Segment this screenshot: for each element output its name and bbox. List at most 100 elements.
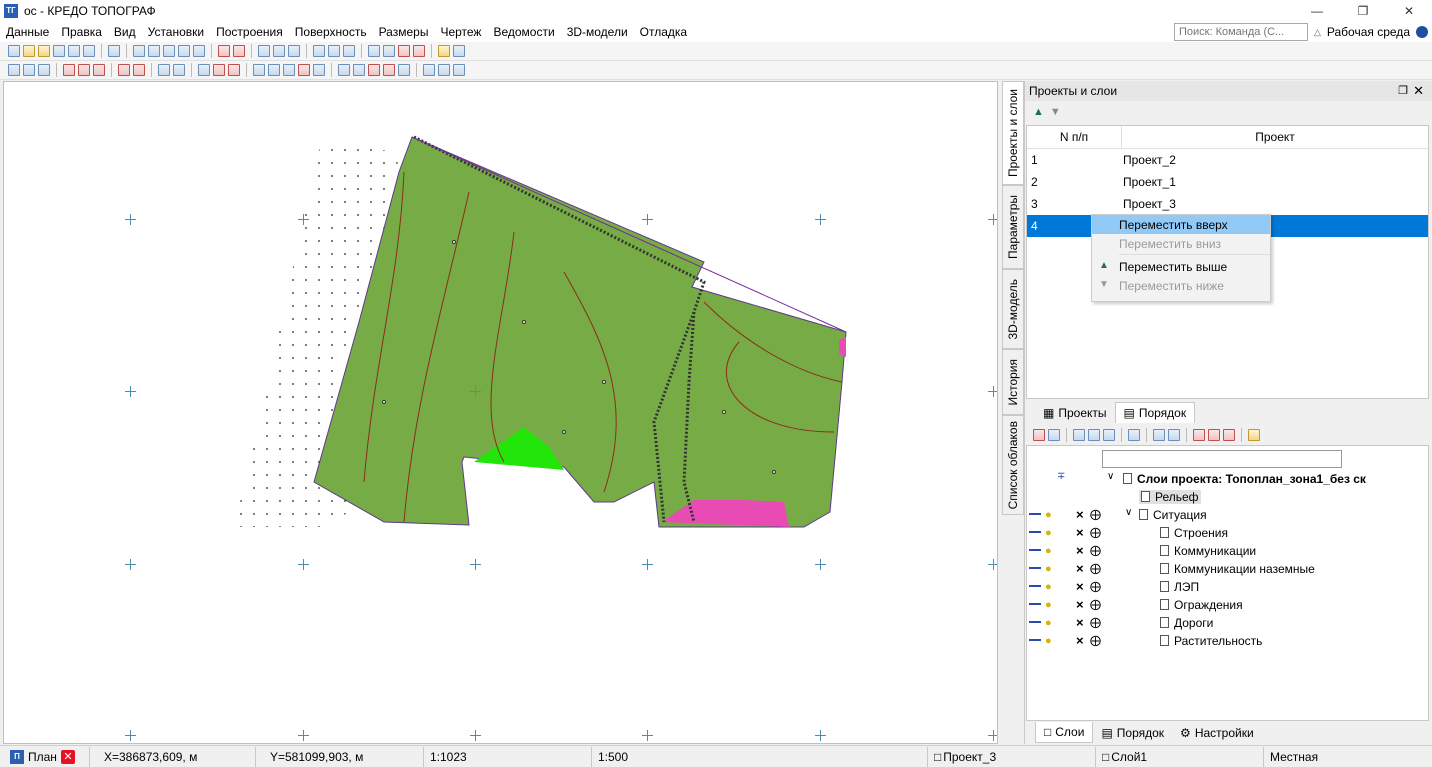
- fit-icon[interactable]: [298, 64, 310, 76]
- close-plan-icon[interactable]: ✕: [60, 749, 75, 764]
- new-file-icon[interactable]: [8, 45, 20, 57]
- bulb-icon[interactable]: ●: [1045, 599, 1052, 611]
- cross-icon[interactable]: ×: [1076, 579, 1084, 594]
- raise-icon[interactable]: [283, 64, 295, 76]
- polyline-tool-icon[interactable]: [23, 64, 35, 76]
- link-icon[interactable]: [1029, 549, 1041, 551]
- rotate-icon[interactable]: [338, 64, 350, 76]
- split-icon[interactable]: [313, 64, 325, 76]
- chevron-down-icon[interactable]: ∨: [1107, 471, 1114, 482]
- contour-icon[interactable]: [198, 64, 210, 76]
- select-icon[interactable]: [258, 45, 270, 57]
- bulb-icon[interactable]: ●: [1045, 527, 1052, 539]
- layer-new-icon[interactable]: [1048, 429, 1060, 441]
- height-icon[interactable]: [118, 64, 130, 76]
- menu-constructions[interactable]: Построения: [210, 22, 289, 42]
- point-icon[interactable]: [313, 45, 325, 57]
- layer-move-icon[interactable]: [1103, 429, 1115, 441]
- measure-tool-icon[interactable]: [38, 64, 50, 76]
- tab-3d-model[interactable]: 3D-модель: [1002, 269, 1024, 349]
- slope-icon[interactable]: [398, 45, 410, 57]
- cross-icon[interactable]: ×: [1076, 597, 1084, 612]
- active-project[interactable]: □ Проект_3: [928, 746, 1096, 767]
- restore-button[interactable]: ❐: [1340, 0, 1386, 22]
- cross-icon[interactable]: ×: [1076, 525, 1084, 540]
- link-icon[interactable]: [1029, 603, 1041, 605]
- grid-2-icon[interactable]: [453, 45, 465, 57]
- layer-filter-input[interactable]: [1102, 450, 1342, 468]
- export-2-icon[interactable]: [438, 64, 450, 76]
- zoom-in-icon[interactable]: [163, 45, 175, 57]
- arrow-down-icon[interactable]: ▼: [1050, 106, 1061, 118]
- add-icon[interactable]: [253, 64, 265, 76]
- menu-drawing[interactable]: Чертеж: [434, 22, 487, 42]
- print-icon[interactable]: [453, 64, 465, 76]
- menu-item-move-lower[interactable]: ▼ Переместить ниже: [1092, 276, 1270, 295]
- delete-object-icon[interactable]: [218, 45, 230, 57]
- grid-icon[interactable]: [438, 45, 450, 57]
- menu-data[interactable]: Данные: [0, 22, 55, 42]
- import-icon[interactable]: [38, 45, 50, 57]
- add-2-icon[interactable]: [268, 64, 280, 76]
- column-project[interactable]: Проект: [1121, 126, 1428, 148]
- snap-target-icon[interactable]: ⨁: [1090, 508, 1101, 521]
- cut-icon[interactable]: [233, 45, 245, 57]
- tree-item[interactable]: ● × ⨁ Ограждения: [1027, 597, 1427, 615]
- contour-delete-icon[interactable]: [228, 64, 240, 76]
- menu-edit[interactable]: Правка: [55, 22, 108, 42]
- tab-order[interactable]: ▤ Порядок: [1114, 402, 1196, 423]
- menu-view[interactable]: Вид: [108, 22, 142, 42]
- close-panel-icon[interactable]: ✕: [1413, 83, 1424, 99]
- table-icon[interactable]: [158, 64, 170, 76]
- brush-icon[interactable]: [1153, 429, 1165, 441]
- snap-target-icon[interactable]: ⨁: [1090, 562, 1101, 575]
- menu-debug[interactable]: Отладка: [634, 22, 693, 42]
- line-tool-icon[interactable]: [8, 64, 20, 76]
- delete-point-icon[interactable]: [93, 64, 105, 76]
- table-row[interactable]: 1 Проект_2: [1027, 149, 1428, 171]
- undo-icon[interactable]: [68, 45, 80, 57]
- table-row[interactable]: 3 Проект_3: [1027, 193, 1428, 215]
- bulb-icon[interactable]: ●: [1045, 509, 1052, 521]
- link-icon[interactable]: [1029, 585, 1041, 587]
- tab-history[interactable]: История: [1002, 349, 1024, 415]
- layer-add-icon[interactable]: [1033, 429, 1045, 441]
- workspace-label[interactable]: Рабочая среда: [1327, 25, 1410, 39]
- tab-parameters[interactable]: Параметры: [1002, 185, 1024, 269]
- point-add-icon[interactable]: [328, 45, 340, 57]
- active-layer[interactable]: □ Слой1: [1096, 746, 1264, 767]
- coordinate-system[interactable]: Местная: [1264, 747, 1428, 767]
- point-tool-icon[interactable]: [63, 64, 75, 76]
- menu-item-move-up[interactable]: Переместить вверх: [1092, 215, 1270, 234]
- menu-item-move-down[interactable]: Переместить вниз: [1092, 234, 1270, 253]
- link-icon[interactable]: [1029, 639, 1041, 641]
- flag-2-icon[interactable]: [383, 64, 395, 76]
- menu-surface[interactable]: Поверхность: [289, 22, 373, 42]
- bulb-icon[interactable]: ●: [1045, 617, 1052, 629]
- tab-plan[interactable]: П План ✕: [0, 746, 90, 767]
- contour-edit-icon[interactable]: [213, 64, 225, 76]
- tab-projects-layers[interactable]: Проекты и слои: [1002, 81, 1024, 185]
- export-icon[interactable]: [423, 64, 435, 76]
- layer-tool-3-icon[interactable]: [1223, 429, 1235, 441]
- tree-root[interactable]: ∓ ∨ Слои проекта: Топоплан_зона1_без ск: [1027, 471, 1427, 489]
- bulb-icon[interactable]: ●: [1045, 545, 1052, 557]
- flag-icon[interactable]: [368, 64, 380, 76]
- tab-order-bottom[interactable]: ▤ Порядок: [1093, 722, 1172, 743]
- menu-item-move-higher[interactable]: ▲ Переместить выше: [1092, 257, 1270, 276]
- minimize-button[interactable]: —: [1294, 0, 1340, 22]
- menu-3d-models[interactable]: 3D-модели: [561, 22, 634, 42]
- surface-2-icon[interactable]: [383, 45, 395, 57]
- float-icon[interactable]: ❐: [1398, 84, 1408, 97]
- snap-target-icon[interactable]: ⨁: [1090, 634, 1101, 647]
- command-search-input[interactable]: [1173, 23, 1308, 41]
- rotate-2-icon[interactable]: [353, 64, 365, 76]
- level-icon[interactable]: [343, 45, 355, 57]
- frame-icon[interactable]: [133, 45, 145, 57]
- layer-paste-icon[interactable]: [1088, 429, 1100, 441]
- cross-icon[interactable]: ×: [1076, 561, 1084, 576]
- tree-item-situation[interactable]: ● × ⨁ ∨ Ситуация: [1027, 507, 1427, 525]
- open-icon[interactable]: [23, 45, 35, 57]
- column-num[interactable]: N п/п: [1027, 126, 1121, 148]
- link-icon[interactable]: [1029, 621, 1041, 623]
